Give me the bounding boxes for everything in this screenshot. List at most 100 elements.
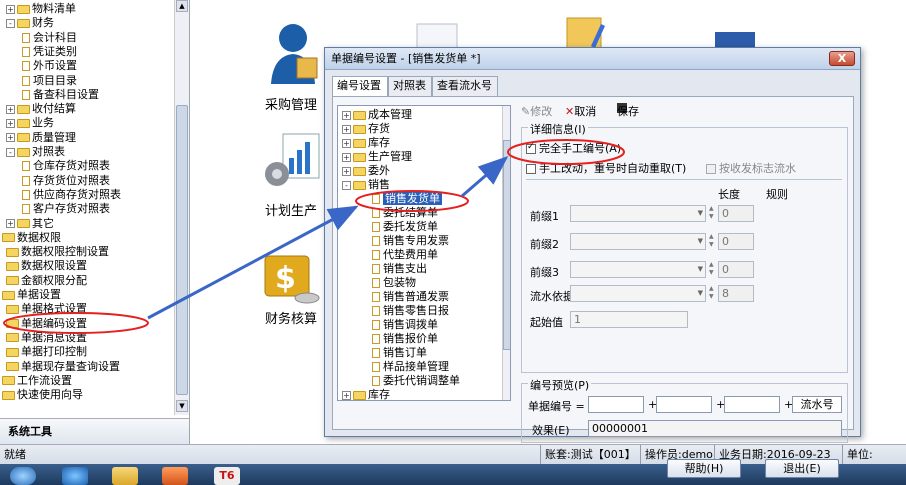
exit-button[interactable]: 退出(E)	[765, 459, 839, 478]
doc-tree-item[interactable]: - 销售	[342, 178, 390, 191]
expand-icon[interactable]: +	[6, 219, 15, 228]
left-tree-item[interactable]: 存货货位对照表	[22, 174, 110, 188]
left-tree-item[interactable]: 单据格式设置	[6, 302, 87, 316]
left-tree-item[interactable]: 单据打印控制	[6, 345, 87, 359]
doc-tree-scrollbar[interactable]	[502, 106, 510, 400]
left-tree-item[interactable]: 供应商存货对照表	[22, 188, 121, 202]
expand-icon[interactable]: +	[342, 152, 351, 162]
left-tree-item[interactable]: - 财务	[6, 16, 54, 30]
dialog-titlebar[interactable]: 单据编号设置 - [销售发货单 *] X	[325, 48, 860, 70]
receive-serial-checkbox[interactable]: 按收发标志流水	[706, 160, 796, 176]
collapse-icon[interactable]: -	[342, 180, 351, 190]
desktop-item-finance[interactable]: 财务核算	[265, 308, 317, 327]
serial-stepper[interactable]: ▲ ▼	[709, 285, 717, 302]
manual-number-checkbox[interactable]: 完全手工编号(A)	[526, 140, 621, 156]
start-orb-icon[interactable]	[10, 467, 36, 485]
doc-tree-item[interactable]: 代垫费用单	[372, 248, 438, 261]
left-tree-item[interactable]: 单据消息设置	[6, 331, 87, 345]
t6-app-icon[interactable]: T6	[214, 467, 240, 485]
doc-tree-item[interactable]: 委托发货单	[372, 220, 438, 233]
scroll-down-arrow-icon[interactable]: ▼	[176, 400, 188, 412]
doc-tree-item[interactable]: + 库存	[342, 388, 390, 400]
prefix1-stepper[interactable]: ▲ ▼	[709, 205, 717, 222]
left-tree-item[interactable]: 单据设置	[2, 288, 61, 302]
expand-icon[interactable]: +	[6, 133, 15, 143]
left-tree-item[interactable]: 凭证类别	[22, 45, 77, 59]
left-tree-item[interactable]: 会计科目	[22, 31, 77, 45]
auto-retry-checkbox[interactable]: 手工改动，重号时自动重取(T)	[526, 160, 686, 176]
doc-tree-item[interactable]: 销售支出	[372, 262, 427, 275]
doc-tree-item[interactable]: 委托代销调整单	[372, 374, 460, 387]
collapse-icon[interactable]: -	[6, 147, 15, 157]
prefix2-stepper[interactable]: ▲ ▼	[709, 233, 717, 250]
doc-tree-item[interactable]: 样品接单管理	[372, 360, 449, 373]
left-tree-scrollbar[interactable]: ▲ ▼	[174, 0, 189, 415]
tab-mapping-table[interactable]: 对照表	[388, 76, 432, 96]
left-tree-item[interactable]: 外币设置	[22, 59, 77, 73]
purchase-person-icon[interactable]	[263, 18, 323, 90]
left-tree-item[interactable]: 数据权限	[2, 231, 61, 245]
left-tree-item[interactable]: 项目目录	[22, 74, 77, 88]
help-button[interactable]: 帮助(H)	[667, 459, 741, 478]
auto-retry-check-icon[interactable]	[526, 164, 536, 174]
doc-tree-item[interactable]: + 生产管理	[342, 150, 412, 163]
left-tree-item[interactable]: + 质量管理	[6, 131, 76, 145]
expand-icon[interactable]: +	[342, 138, 351, 148]
left-tree-item[interactable]: 金额权限分配	[6, 274, 87, 288]
doc-tree-item[interactable]: 销售专用发票	[372, 234, 449, 247]
left-tree-item[interactable]: 备查科目设置	[22, 88, 99, 102]
doc-tree-item[interactable]: 委托结算单	[372, 206, 438, 219]
doc-tree-item[interactable]: 销售零售日报	[372, 304, 449, 317]
close-icon[interactable]: X	[829, 51, 855, 66]
tab-number-settings[interactable]: 编号设置	[332, 76, 388, 97]
doc-tree-item[interactable]: + 存货	[342, 122, 390, 135]
explorer-folder-icon[interactable]	[112, 467, 138, 485]
prefix2-combo[interactable]: ▼	[570, 233, 706, 250]
serial-length[interactable]: 8	[718, 285, 754, 302]
tab-view-serial[interactable]: 查看流水号	[432, 76, 498, 96]
scroll-thumb[interactable]	[176, 105, 188, 395]
prefix3-length[interactable]: 0	[718, 261, 754, 278]
doc-tree-item-selected[interactable]: 销售发货单	[372, 192, 442, 205]
doc-tree-item[interactable]: + 库存	[342, 136, 390, 149]
left-tree-item[interactable]: + 业务	[6, 116, 54, 130]
desktop-item-purchase[interactable]: 采购管理	[265, 94, 317, 113]
plan-production-icon[interactable]	[261, 128, 323, 194]
doc-tree-item[interactable]: 销售订单	[372, 346, 427, 359]
start-value-field[interactable]: 1	[570, 311, 688, 328]
prefix3-stepper[interactable]: ▲ ▼	[709, 261, 717, 278]
doc-tree-scroll-thumb[interactable]	[503, 140, 510, 350]
expand-icon[interactable]: +	[6, 104, 15, 114]
doc-tree-item[interactable]: 销售报价单	[372, 332, 438, 345]
doc-tree-item[interactable]: 包装物	[372, 276, 416, 289]
doc-tree-item[interactable]: 销售调拨单	[372, 318, 438, 331]
cancel-button[interactable]: ✕ 取消	[565, 103, 596, 121]
serial-basis-combo[interactable]: ▼	[570, 285, 706, 302]
expand-icon[interactable]: +	[6, 118, 15, 128]
doc-tree-item[interactable]: + 成本管理	[342, 108, 412, 121]
left-tree-item[interactable]: 工作流设置	[2, 374, 72, 388]
expand-icon[interactable]: +	[342, 390, 351, 400]
modify-button[interactable]: ✎ 修改	[521, 103, 552, 121]
left-tree-item[interactable]: 数据权限设置	[6, 259, 87, 273]
system-tools-header[interactable]: 系统工具	[0, 418, 190, 444]
prefix3-combo[interactable]: ▼	[570, 261, 706, 278]
doc-tree-item[interactable]: 销售普通发票	[372, 290, 449, 303]
media-player-icon[interactable]	[162, 467, 188, 485]
receive-serial-check-icon[interactable]	[706, 164, 716, 174]
desktop-item-plan-production[interactable]: 计划生产	[265, 200, 317, 219]
expand-icon[interactable]: +	[342, 166, 351, 176]
browser-icon[interactable]	[62, 467, 88, 485]
expand-icon[interactable]: +	[342, 110, 351, 120]
left-tree-item[interactable]: - 对照表	[6, 145, 65, 159]
finance-money-icon[interactable]: $	[261, 248, 321, 306]
left-tree-item[interactable]: + 收付结算	[6, 102, 76, 116]
left-tree-item[interactable]: 快速使用向导	[2, 388, 83, 402]
expand-icon[interactable]: +	[6, 4, 15, 14]
left-tree-item[interactable]: 单据编码设置	[6, 317, 87, 331]
left-tree-item[interactable]: 数据权限控制设置	[6, 245, 109, 259]
manual-number-check-icon[interactable]	[526, 142, 536, 154]
prefix1-length[interactable]: 0	[718, 205, 754, 222]
left-tree-item[interactable]: 单据现存量查询设置	[6, 360, 120, 374]
collapse-icon[interactable]: -	[6, 18, 15, 28]
